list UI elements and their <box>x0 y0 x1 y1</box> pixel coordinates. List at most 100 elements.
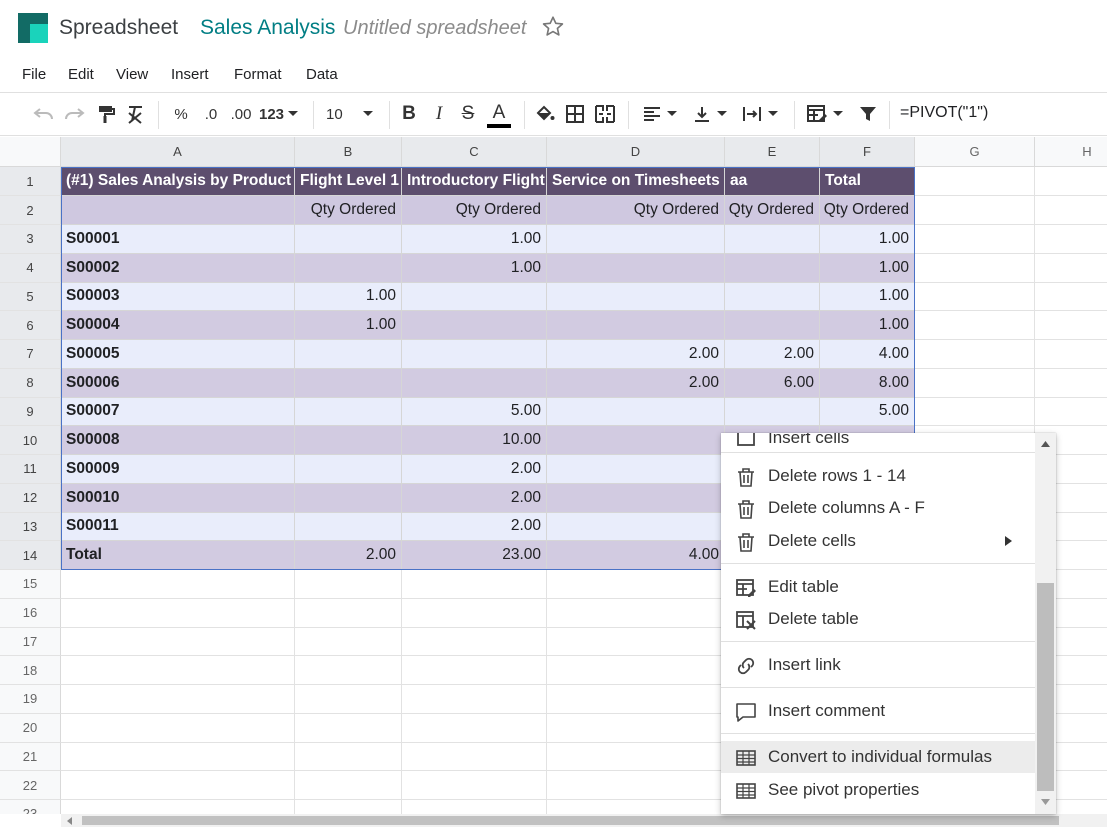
pivot-value-cell[interactable] <box>295 455 402 484</box>
text-color-button[interactable]: A <box>486 93 512 135</box>
pivot-value-cell[interactable] <box>295 340 402 369</box>
column-header-f[interactable]: F <box>820 137 915 167</box>
pivot-value-cell[interactable] <box>547 282 725 312</box>
grid-cell[interactable] <box>915 397 1035 427</box>
fill-color-icon[interactable] <box>533 93 557 135</box>
row-header-17[interactable]: 17 <box>0 627 61 657</box>
grid-cell[interactable] <box>915 253 1035 283</box>
pivot-row-label[interactable]: S00006 <box>61 368 295 398</box>
pivot-value-cell[interactable]: 1.00 <box>295 282 402 312</box>
grid-cell[interactable] <box>1035 167 1107 196</box>
grid-cell[interactable] <box>915 340 1035 369</box>
pivot-header-cell[interactable]: Introductory Flight <box>402 167 547 196</box>
column-header-b[interactable]: B <box>295 137 402 167</box>
row-header-11[interactable]: 11 <box>0 455 61 484</box>
pivot-measure-cell[interactable]: Qty Ordered <box>725 196 820 225</box>
undo-icon[interactable] <box>32 93 56 135</box>
row-header-4[interactable]: 4 <box>0 253 61 283</box>
pivot-row-label[interactable]: S00008 <box>61 426 295 455</box>
grid-cell[interactable] <box>915 225 1035 254</box>
grid-cell[interactable] <box>61 656 295 685</box>
pivot-value-cell[interactable]: 2.00 <box>295 541 402 570</box>
menu-item-convert-formulas[interactable]: Convert to individual formulas <box>721 741 1035 773</box>
pivot-measure-cell[interactable]: Qty Ordered <box>295 196 402 225</box>
menu-item-delete-columns[interactable]: Delete columns A - F <box>721 492 1035 524</box>
pivot-value-cell[interactable]: 2.00 <box>725 340 820 369</box>
bold-button[interactable]: B <box>398 93 420 135</box>
row-header-13[interactable]: 13 <box>0 512 61 542</box>
column-header-h[interactable]: H <box>1035 137 1107 167</box>
grid-cell[interactable] <box>915 196 1035 225</box>
pivot-value-cell[interactable] <box>295 225 402 254</box>
row-header-16[interactable]: 16 <box>0 598 61 628</box>
grid-cell[interactable] <box>402 627 547 657</box>
menu-item-insert-link[interactable]: Insert link <box>721 649 1035 681</box>
pivot-value-cell[interactable] <box>402 311 547 340</box>
grid-cell[interactable] <box>61 570 295 599</box>
percent-format-button[interactable]: % <box>170 93 192 135</box>
pivot-value-cell[interactable] <box>402 340 547 369</box>
pivot-row-label[interactable]: S00010 <box>61 483 295 513</box>
menu-insert[interactable]: Insert <box>171 66 209 83</box>
column-header-g[interactable]: G <box>915 137 1035 167</box>
grid-cell[interactable] <box>61 800 295 814</box>
merge-cells-icon[interactable] <box>593 93 617 135</box>
breadcrumb-parent[interactable]: Sales Analysis <box>200 16 335 40</box>
row-header-23[interactable]: 23 <box>0 800 61 814</box>
pivot-value-cell[interactable] <box>725 282 820 312</box>
pivot-row-label[interactable]: S00004 <box>61 311 295 340</box>
row-header-19[interactable]: 19 <box>0 685 61 714</box>
grid-cell[interactable] <box>295 627 402 657</box>
grid-cell[interactable] <box>915 368 1035 398</box>
horizontal-align-dropdown[interactable] <box>638 93 682 135</box>
pivot-value-cell[interactable]: 4.00 <box>547 541 725 570</box>
italic-button[interactable]: I <box>428 93 450 135</box>
grid-cell[interactable] <box>547 656 725 685</box>
grid-cell[interactable] <box>61 685 295 714</box>
select-all-corner[interactable] <box>0 137 61 167</box>
pivot-value-cell[interactable] <box>295 483 402 513</box>
pivot-value-cell[interactable]: 2.00 <box>402 512 547 542</box>
row-header-2[interactable]: 2 <box>0 196 61 225</box>
pivot-value-cell[interactable]: 1.00 <box>402 253 547 283</box>
row-header-7[interactable]: 7 <box>0 340 61 369</box>
grid-cell[interactable] <box>1035 340 1107 369</box>
menu-item-delete-rows[interactable]: Delete rows 1 - 14 <box>721 460 1035 492</box>
pivot-value-cell[interactable] <box>547 225 725 254</box>
filter-icon[interactable] <box>855 93 881 135</box>
menu-file[interactable]: File <box>22 66 46 83</box>
pivot-value-cell[interactable] <box>547 397 725 427</box>
grid-cell[interactable] <box>1035 368 1107 398</box>
pivot-value-cell[interactable]: 6.00 <box>725 368 820 398</box>
grid-cell[interactable] <box>1035 311 1107 340</box>
row-header-6[interactable]: 6 <box>0 311 61 340</box>
redo-icon[interactable] <box>62 93 86 135</box>
pivot-value-cell[interactable] <box>725 397 820 427</box>
grid-cell[interactable] <box>547 800 725 814</box>
menu-view[interactable]: View <box>116 66 148 83</box>
scroll-down-icon[interactable] <box>1041 799 1050 805</box>
column-header-a[interactable]: A <box>61 137 295 167</box>
grid-cell[interactable] <box>1035 282 1107 312</box>
grid-cell[interactable] <box>547 685 725 714</box>
pivot-value-cell[interactable]: 4.00 <box>820 340 915 369</box>
paint-format-icon[interactable] <box>94 93 118 135</box>
pivot-row-label[interactable]: Total <box>61 541 295 570</box>
grid-cell[interactable] <box>295 656 402 685</box>
menu-item-insert-cells[interactable]: Insert cells <box>721 433 1035 454</box>
pivot-header-cell[interactable]: Service on Timesheets <box>547 167 725 196</box>
column-header-c[interactable]: C <box>402 137 547 167</box>
row-header-10[interactable]: 10 <box>0 426 61 455</box>
grid-cell[interactable] <box>402 685 547 714</box>
scroll-up-icon[interactable] <box>1041 441 1050 447</box>
menu-data[interactable]: Data <box>306 66 338 83</box>
pivot-value-cell[interactable]: 5.00 <box>820 397 915 427</box>
pivot-value-cell[interactable]: 5.00 <box>402 397 547 427</box>
grid-cell[interactable] <box>402 656 547 685</box>
row-header-21[interactable]: 21 <box>0 742 61 772</box>
pivot-value-cell[interactable] <box>402 368 547 398</box>
grid-cell[interactable] <box>295 771 402 800</box>
grid-cell[interactable] <box>915 167 1035 196</box>
vertical-align-dropdown[interactable] <box>688 93 732 135</box>
pivot-row-label[interactable]: S00011 <box>61 512 295 542</box>
